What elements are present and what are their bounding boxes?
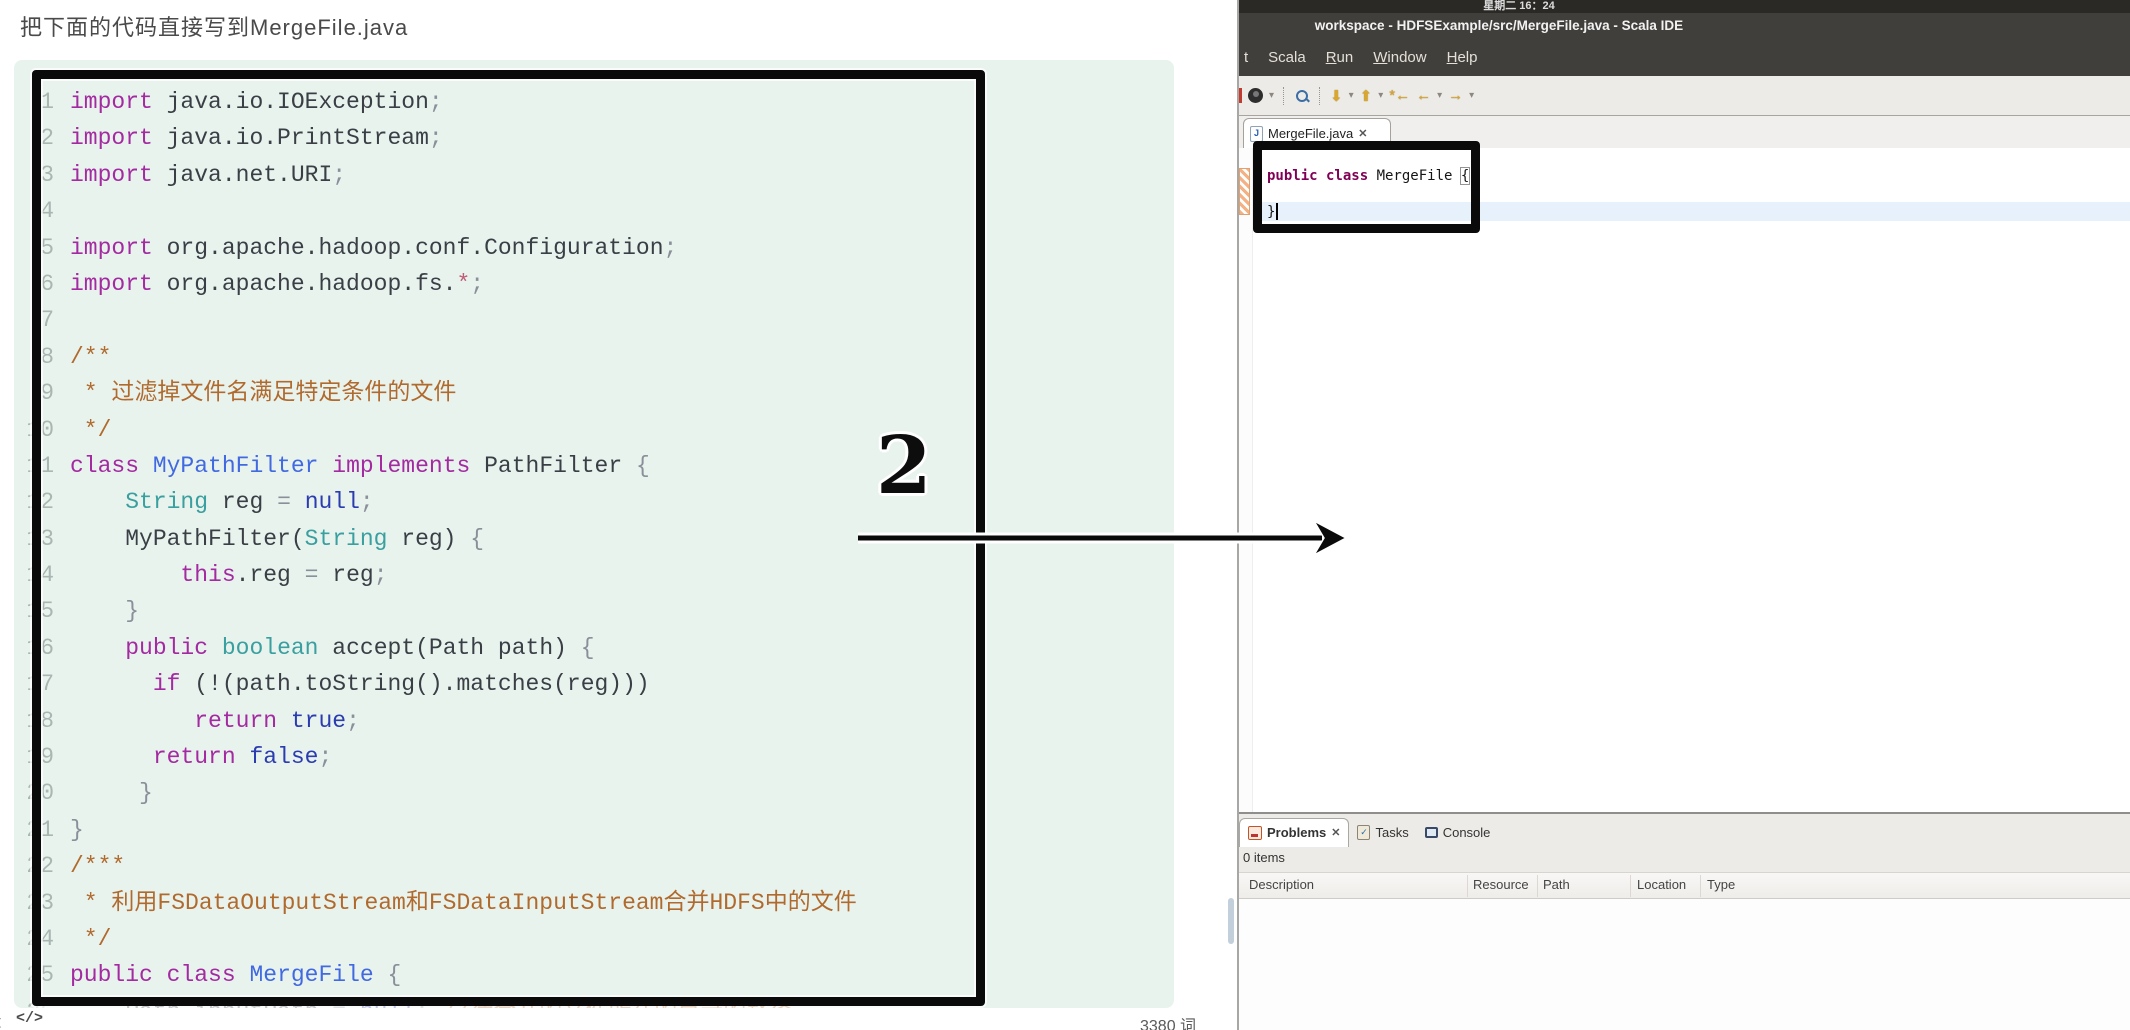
back-dropdown-icon[interactable]: ▾ [1437, 90, 1442, 101]
user-menu-icon[interactable] [1248, 88, 1263, 103]
problems-table-body [1239, 899, 2130, 1030]
annotation-rectangle-2 [32, 70, 985, 1006]
problems-panel: Problems ✕ ✓ Tasks Console 0 items Descr… [1239, 814, 2130, 1030]
menu-item-scala[interactable]: Scala [1268, 49, 1306, 66]
annotation-ruler[interactable] [1239, 148, 1253, 812]
column-separator[interactable] [1537, 875, 1538, 897]
last-edit-location-icon[interactable]: *← [1389, 87, 1410, 104]
document-pane: 把下面的代码直接写到MergeFile.java 1 import java.io… [0, 0, 1237, 1030]
tab-console-label: Console [1442, 824, 1491, 840]
menu-item-window[interactable]: Window [1373, 49, 1426, 66]
java-file-icon: J [1250, 125, 1263, 142]
column-separator[interactable] [1467, 875, 1468, 897]
column-description[interactable]: Description [1249, 877, 1314, 892]
next-annotation-icon[interactable]: ⬇ [1330, 87, 1343, 105]
doc-heading: 把下面的代码直接写到MergeFile.java [20, 15, 409, 40]
window-titlebar: workspace - HDFSExample/src/MergeFile.ja… [1239, 13, 2130, 39]
forward-dropdown-icon[interactable]: ▾ [1469, 90, 1474, 101]
screen: 把下面的代码直接写到MergeFile.java 1 import java.io… [0, 0, 2130, 1030]
tab-close-icon[interactable]: ✕ [1331, 826, 1340, 839]
doc-scrollbar-thumb[interactable] [1228, 898, 1234, 944]
column-location[interactable]: Location [1637, 877, 1686, 892]
toolbar: ▾ ⬇ ▾ ⬆ ▾ *← ← ▾ → ▾ [1239, 76, 2130, 116]
toolbar-separator [1283, 86, 1285, 105]
code-editor[interactable]: public class MergeFile {} [1239, 141, 2130, 812]
search-icon[interactable] [1294, 88, 1311, 104]
problems-tabstrip: Problems ✕ ✓ Tasks Console [1239, 817, 1499, 847]
tab-console[interactable]: Console [1417, 818, 1499, 846]
menu-item-help[interactable]: Help [1447, 49, 1478, 66]
doc-bottom-bar: ‹ </> 3380 词 [0, 1008, 1237, 1030]
desktop-top-bar: 星期二 16：24 [1239, 0, 2130, 13]
annotation-rectangle-1 [1253, 141, 1480, 233]
problems-icon [1248, 825, 1262, 840]
back-icon[interactable]: ← [1416, 87, 1431, 104]
toolbar-separator [1319, 86, 1321, 105]
clipped-icon [1239, 88, 1242, 103]
clock: 星期二 16：24 [1483, 0, 1555, 12]
console-icon [1424, 826, 1438, 838]
tab-close-icon[interactable]: ✕ [1358, 127, 1367, 140]
column-type[interactable]: Type [1707, 877, 1735, 892]
window-title: workspace - HDFSExample/src/MergeFile.ja… [1314, 18, 1684, 33]
problems-table-header: Description Resource Path Location Type [1239, 872, 2130, 899]
column-separator[interactable] [1700, 875, 1701, 897]
word-count: 3380 词 [1140, 1018, 1197, 1030]
range-indicator-marker [1239, 168, 1250, 215]
back-chevron-icon[interactable]: ‹ [0, 1008, 2, 1030]
tab-tasks-label: Tasks [1375, 824, 1409, 840]
editor-tab-label: MergeFile.java [1268, 126, 1354, 141]
eclipse-window: 星期二 16：24 workspace - HDFSExample/src/Me… [1239, 0, 2130, 1030]
annotation-number-2: 2 [876, 418, 932, 512]
column-path[interactable]: Path [1543, 877, 1570, 892]
column-resource[interactable]: Resource [1473, 877, 1529, 892]
menu-item-t[interactable]: t [1244, 49, 1248, 66]
tab-problems[interactable]: Problems ✕ [1239, 817, 1350, 847]
tasks-icon: ✓ [1357, 824, 1371, 840]
menu-item-run[interactable]: Run [1326, 49, 1354, 66]
prev-annotation-dropdown-icon[interactable]: ▾ [1378, 90, 1383, 101]
forward-icon[interactable]: → [1448, 87, 1463, 104]
user-menu-dropdown-icon[interactable]: ▾ [1269, 90, 1274, 101]
menubar: t Scala Run Window Help [1239, 39, 2130, 76]
tab-problems-label: Problems [1267, 825, 1327, 840]
items-count: 0 items [1243, 850, 1285, 865]
column-separator[interactable] [1630, 875, 1631, 897]
code-view-toggle-icon[interactable]: </> [16, 1010, 43, 1027]
next-annotation-dropdown-icon[interactable]: ▾ [1349, 90, 1354, 101]
tab-tasks[interactable]: ✓ Tasks [1349, 818, 1416, 846]
prev-annotation-icon[interactable]: ⬆ [1360, 87, 1373, 105]
